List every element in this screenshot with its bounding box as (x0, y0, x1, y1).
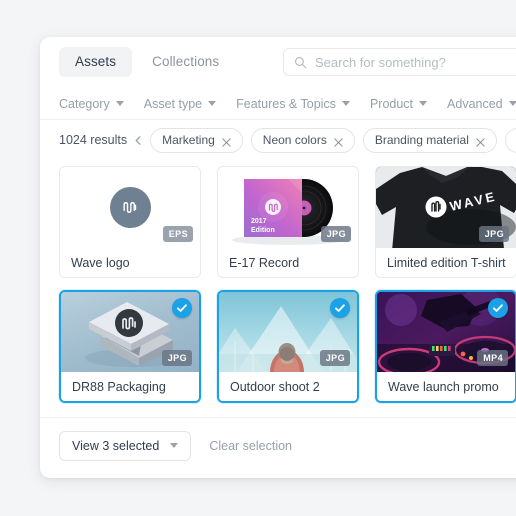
filter-bar: Category Asset type Features & Topics Pr… (40, 87, 516, 120)
asset-thumbnail: MP4 (377, 292, 515, 372)
tab-collections-label: Collections (152, 54, 220, 69)
filter-asset-type-label: Asset type (143, 96, 203, 111)
filter-category-label: Category (59, 96, 110, 111)
tab-collections[interactable]: Collections (136, 47, 235, 77)
asset-format-badge: JPG (319, 350, 350, 366)
asset-card-title: Outdoor shoot 2 (219, 372, 357, 401)
tab-bar: Assets Collections (59, 47, 235, 77)
filter-advanced-label: Advanced (447, 96, 503, 111)
view-selected-label: View 3 selected (72, 438, 160, 453)
chevron-down-icon (508, 101, 516, 106)
asset-thumbnail: EPS (60, 167, 200, 248)
filter-chip-abstract[interactable]: Abstract (504, 127, 516, 153)
chevron-down-icon (115, 101, 124, 106)
filter-features-topics-label: Features & Topics (236, 96, 336, 111)
search-field[interactable] (283, 48, 516, 76)
asset-grid-row-1: EPS Wave logo 2017 Edition JPG E-17 Reco… (40, 160, 516, 278)
selected-check-icon[interactable] (488, 298, 508, 318)
search-icon (294, 56, 307, 69)
asset-grid-row-2: JPG DR88 Packaging JPG Outdoor shoot 2 M… (40, 278, 516, 403)
filter-chip-neon-colors[interactable]: Neon colors (250, 127, 355, 153)
filter-features-topics[interactable]: Features & Topics (236, 97, 350, 111)
asset-card-title: Wave logo (60, 248, 200, 277)
results-count: 1024 results (59, 133, 128, 147)
filter-advanced[interactable]: Advanced (447, 97, 516, 111)
filter-category[interactable]: Category (59, 97, 124, 111)
asset-format-badge: JPG (320, 226, 351, 242)
asset-thumbnail: JPG (219, 292, 357, 372)
asset-card-wave-launch-promo[interactable]: MP4 Wave launch promo (375, 290, 516, 403)
filter-product-label: Product (369, 96, 414, 111)
chevron-left-icon[interactable] (133, 128, 144, 152)
chevron-down-icon (341, 101, 350, 106)
filter-product[interactable]: Product (369, 96, 428, 111)
selected-check-icon[interactable] (172, 298, 192, 318)
results-bar: 1024 results Marketing Neon colors Brand… (40, 120, 516, 160)
view-selected-button[interactable]: View 3 selected (59, 430, 192, 461)
asset-thumbnail: WAVE JPG (376, 167, 516, 248)
close-icon[interactable] (222, 136, 231, 147)
asset-card-dr88-packaging[interactable]: JPG DR88 Packaging (59, 290, 201, 403)
asset-format-badge: MP4 (477, 350, 508, 366)
asset-card-title: E-17 Record (218, 248, 358, 277)
chevron-down-icon (170, 443, 179, 448)
filter-chip-label: Marketing (162, 133, 215, 147)
asset-card-title: Limited edition T-shirt (376, 248, 516, 277)
asset-card-outdoor-shoot-2[interactable]: JPG Outdoor shoot 2 (217, 290, 359, 403)
asset-browser-panel: Assets Collections Category (40, 37, 516, 478)
chevron-down-icon (419, 101, 428, 106)
chevron-down-icon (208, 101, 217, 106)
asset-thumbnail: 2017 Edition JPG (218, 167, 358, 248)
sleeve-year-text: 2017 (251, 218, 267, 225)
selected-check-icon[interactable] (330, 298, 350, 318)
close-icon[interactable] (334, 136, 343, 147)
asset-card-title: DR88 Packaging (61, 372, 199, 401)
clear-selection-link[interactable]: Clear selection (209, 439, 292, 453)
asset-card-e17-record[interactable]: 2017 Edition JPG E-17 Record (217, 166, 359, 278)
filter-asset-type[interactable]: Asset type (143, 96, 217, 111)
panel-header: Assets Collections (40, 37, 516, 87)
tab-assets[interactable]: Assets (59, 47, 133, 77)
filter-chip-label: Neon colors (262, 133, 327, 147)
sleeve-edition-text: Edition (251, 227, 275, 234)
close-icon[interactable] (476, 136, 485, 147)
asset-card-wave-logo[interactable]: EPS Wave logo (59, 166, 201, 278)
asset-format-badge: JPG (478, 226, 509, 242)
asset-thumbnail: JPG (61, 292, 199, 372)
asset-card-limited-edition-tshirt[interactable]: WAVE JPG Limited edition T-shirt (375, 166, 516, 278)
wave-logo-mark-icon (109, 187, 151, 228)
filter-chip-marketing[interactable]: Marketing (150, 127, 243, 153)
tab-assets-label: Assets (75, 54, 117, 69)
search-input[interactable] (315, 54, 516, 70)
screenshot-root: Assets Collections Category (0, 0, 516, 516)
selection-action-bar: View 3 selected Clear selection (40, 417, 516, 473)
asset-format-badge: EPS (162, 226, 193, 242)
filter-chip-label: Branding material (374, 133, 469, 147)
filter-chip-branding-material[interactable]: Branding material (362, 127, 497, 153)
asset-card-title: Wave launch promo (377, 372, 515, 401)
asset-format-badge: JPG (161, 350, 192, 366)
active-filter-chips: Marketing Neon colors Branding material (150, 127, 516, 153)
